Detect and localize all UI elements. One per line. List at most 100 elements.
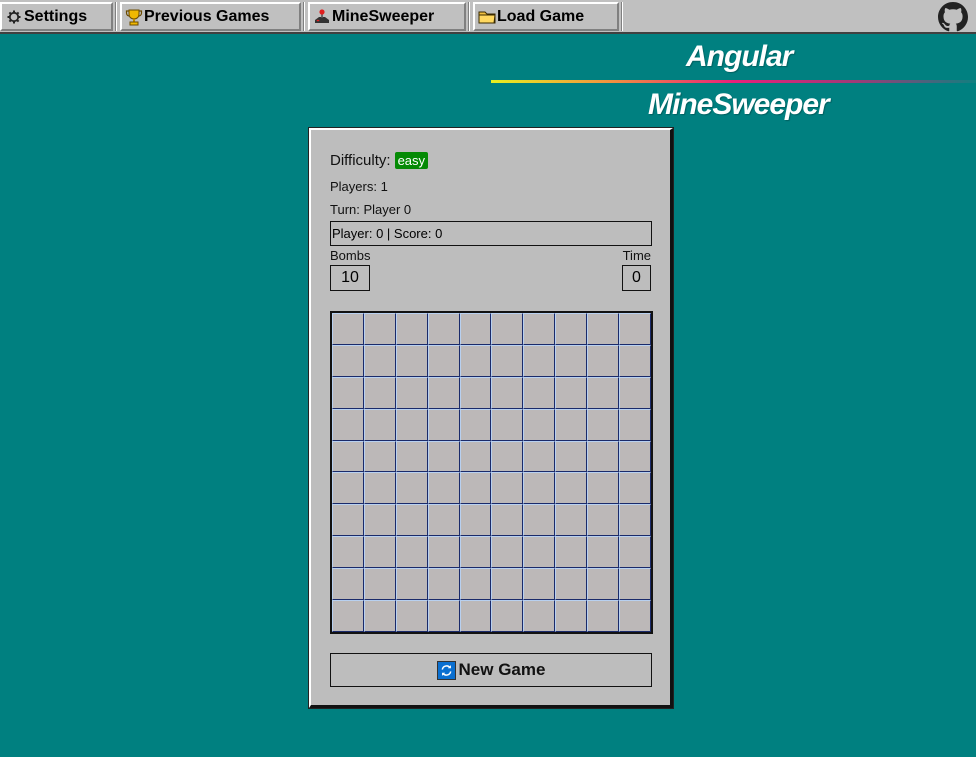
board-cell[interactable] <box>619 408 651 441</box>
board-cell[interactable] <box>619 440 651 473</box>
board-cell[interactable] <box>363 440 396 473</box>
board-cell[interactable] <box>523 313 556 345</box>
board-cell[interactable] <box>363 536 396 569</box>
board-cell[interactable] <box>363 344 396 377</box>
board-cell[interactable] <box>523 440 556 473</box>
board-cell[interactable] <box>587 344 620 377</box>
board-cell[interactable] <box>587 568 620 601</box>
board-cell[interactable] <box>523 376 556 409</box>
board-cell[interactable] <box>619 472 651 505</box>
board-cell[interactable] <box>427 472 460 505</box>
board-cell[interactable] <box>427 313 460 345</box>
settings-button[interactable]: Settings <box>0 2 113 31</box>
board-cell[interactable] <box>395 344 428 377</box>
board-cell[interactable] <box>555 344 588 377</box>
board-cell[interactable] <box>491 344 524 377</box>
board-cell[interactable] <box>363 568 396 601</box>
board-cell[interactable] <box>523 536 556 569</box>
board-cell[interactable] <box>395 313 428 345</box>
board-cell[interactable] <box>555 504 588 537</box>
board-cell[interactable] <box>619 568 651 601</box>
board-cell[interactable] <box>523 568 556 601</box>
board-cell[interactable] <box>555 313 588 345</box>
board-cell[interactable] <box>427 568 460 601</box>
board-cell[interactable] <box>332 440 364 473</box>
board-cell[interactable] <box>332 536 364 569</box>
board-cell[interactable] <box>332 472 364 505</box>
board-cell[interactable] <box>332 376 364 409</box>
board-cell[interactable] <box>395 472 428 505</box>
new-game-button[interactable]: New Game <box>330 653 652 687</box>
board-cell[interactable] <box>491 536 524 569</box>
board-cell[interactable] <box>523 472 556 505</box>
board-cell[interactable] <box>427 376 460 409</box>
board-cell[interactable] <box>587 504 620 537</box>
board-cell[interactable] <box>459 440 492 473</box>
board-cell[interactable] <box>427 408 460 441</box>
previous-games-button[interactable]: Previous Games <box>120 2 301 31</box>
board-cell[interactable] <box>555 440 588 473</box>
board-cell[interactable] <box>459 600 492 632</box>
board-cell[interactable] <box>587 536 620 569</box>
board-cell[interactable] <box>555 600 588 632</box>
board-cell[interactable] <box>587 408 620 441</box>
board-cell[interactable] <box>395 600 428 632</box>
board-cell[interactable] <box>555 408 588 441</box>
board-cell[interactable] <box>395 408 428 441</box>
board-cell[interactable] <box>395 504 428 537</box>
board-cell[interactable] <box>523 344 556 377</box>
board-cell[interactable] <box>459 313 492 345</box>
board-cell[interactable] <box>459 504 492 537</box>
board-cell[interactable] <box>491 504 524 537</box>
board-cell[interactable] <box>619 504 651 537</box>
board-cell[interactable] <box>363 504 396 537</box>
board-cell[interactable] <box>459 568 492 601</box>
board-cell[interactable] <box>491 408 524 441</box>
board-cell[interactable] <box>619 344 651 377</box>
board-cell[interactable] <box>395 440 428 473</box>
board-cell[interactable] <box>332 408 364 441</box>
board-cell[interactable] <box>427 536 460 569</box>
board-cell[interactable] <box>587 472 620 505</box>
board-cell[interactable] <box>619 313 651 345</box>
board-cell[interactable] <box>459 472 492 505</box>
board-cell[interactable] <box>459 408 492 441</box>
load-game-button[interactable]: Load Game <box>473 2 619 31</box>
board-cell[interactable] <box>395 568 428 601</box>
board-cell[interactable] <box>332 313 364 345</box>
board-cell[interactable] <box>332 600 364 632</box>
board-cell[interactable] <box>332 344 364 377</box>
board-cell[interactable] <box>587 440 620 473</box>
board-cell[interactable] <box>427 504 460 537</box>
board-cell[interactable] <box>587 376 620 409</box>
board-cell[interactable] <box>491 568 524 601</box>
board-cell[interactable] <box>363 472 396 505</box>
board-cell[interactable] <box>491 440 524 473</box>
board-cell[interactable] <box>459 376 492 409</box>
board-cell[interactable] <box>332 504 364 537</box>
board-cell[interactable] <box>332 568 364 601</box>
board-cell[interactable] <box>619 600 651 632</box>
board-cell[interactable] <box>491 313 524 345</box>
board-cell[interactable] <box>363 408 396 441</box>
board-cell[interactable] <box>523 600 556 632</box>
board-cell[interactable] <box>427 600 460 632</box>
board-cell[interactable] <box>459 344 492 377</box>
board-cell[interactable] <box>427 440 460 473</box>
board-cell[interactable] <box>587 313 620 345</box>
board-cell[interactable] <box>363 600 396 632</box>
board-cell[interactable] <box>523 408 556 441</box>
board-cell[interactable] <box>459 536 492 569</box>
board-cell[interactable] <box>555 472 588 505</box>
board-cell[interactable] <box>363 313 396 345</box>
board-cell[interactable] <box>363 376 396 409</box>
board-cell[interactable] <box>555 536 588 569</box>
board-cell[interactable] <box>619 376 651 409</box>
board-cell[interactable] <box>491 376 524 409</box>
board-cell[interactable] <box>523 504 556 537</box>
board-cell[interactable] <box>491 600 524 632</box>
board-cell[interactable] <box>491 472 524 505</box>
board-cell[interactable] <box>555 376 588 409</box>
board-cell[interactable] <box>427 344 460 377</box>
minesweeper-button[interactable]: MineSweeper <box>308 2 466 31</box>
